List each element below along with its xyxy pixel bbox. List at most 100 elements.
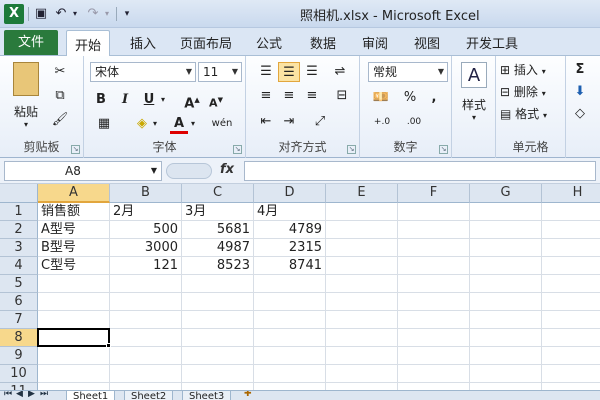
cell-F1[interactable] — [398, 203, 470, 221]
cell-E3[interactable] — [326, 239, 398, 257]
cell-A2[interactable]: A型号 — [38, 221, 110, 239]
orientation-icon[interactable]: ⤢ — [308, 112, 332, 132]
cell-F3[interactable] — [398, 239, 470, 257]
font-launcher-icon[interactable]: ↘ — [233, 145, 242, 154]
save-icon[interactable]: ▣ — [32, 5, 50, 23]
tab-review[interactable]: 审阅 — [362, 33, 388, 52]
cell-A6[interactable] — [38, 293, 110, 311]
paste-button[interactable]: 粘贴 ▾ — [8, 60, 44, 129]
cell-B3[interactable]: 3000 — [110, 239, 182, 257]
align-right-icon[interactable]: ≡ — [302, 86, 322, 106]
cell-A1[interactable]: 销售额 — [38, 203, 110, 221]
cell-G3[interactable] — [470, 239, 542, 257]
cell-A10[interactable] — [38, 365, 110, 383]
column-header[interactable]: B — [110, 184, 182, 203]
last-sheet-icon[interactable]: ⏭ — [40, 391, 48, 399]
align-bottom-icon[interactable]: ☰ — [302, 62, 322, 82]
cell-C10[interactable] — [182, 365, 254, 383]
cell-C7[interactable] — [182, 311, 254, 329]
delete-cells-button[interactable]: ⊟ 删除 ▾ — [500, 82, 562, 102]
copy-icon[interactable]: ⧉ — [50, 86, 70, 106]
increase-decimal-button[interactable]: +.0 — [368, 112, 396, 132]
worksheet-grid[interactable]: A B C D E F G H 1 销售额 2月 3月 4月 2 A型号 500 5681 4789 3 B型号 300… — [0, 184, 600, 390]
insert-cells-button[interactable]: ⊞ 插入 ▾ — [500, 60, 562, 80]
wrap-text-icon[interactable]: ⇌ — [330, 62, 350, 82]
cell-E5[interactable] — [326, 275, 398, 293]
row-header[interactable]: 6 — [0, 293, 38, 311]
cell-A9[interactable] — [38, 347, 110, 365]
cell-E2[interactable] — [326, 221, 398, 239]
autosum-button[interactable]: Σ — [570, 60, 590, 80]
decrease-decimal-button[interactable]: .00 — [400, 112, 428, 132]
alignment-launcher-icon[interactable]: ↘ — [347, 145, 356, 154]
cell-C1[interactable]: 3月 — [182, 203, 254, 221]
column-header[interactable]: C — [182, 184, 254, 203]
accounting-format-icon[interactable]: 💴 — [368, 88, 394, 108]
cell-H1[interactable] — [542, 203, 600, 221]
cell-C9[interactable] — [182, 347, 254, 365]
cell-G1[interactable] — [470, 203, 542, 221]
align-center-icon[interactable]: ≡ — [278, 86, 300, 106]
cell-D8[interactable] — [254, 329, 326, 347]
formula-input[interactable] — [244, 161, 596, 181]
formula-bar-resize-handle[interactable] — [166, 163, 212, 179]
cell-E1[interactable] — [326, 203, 398, 221]
grow-font-button[interactable]: A▲ — [182, 90, 202, 111]
row-header[interactable]: 11 — [0, 383, 38, 390]
align-left-icon[interactable]: ≡ — [256, 86, 276, 106]
underline-button[interactable]: U — [140, 90, 158, 110]
cell-E8[interactable] — [326, 329, 398, 347]
cell-G5[interactable] — [470, 275, 542, 293]
cell-H8[interactable] — [542, 329, 600, 347]
sheet-tab-sheet2[interactable]: Sheet2 — [124, 391, 174, 400]
column-header[interactable]: D — [254, 184, 326, 203]
prev-sheet-icon[interactable]: ◀ — [16, 391, 23, 399]
cell-D6[interactable] — [254, 293, 326, 311]
sheet-tab-sheet1[interactable]: Sheet1 — [66, 391, 116, 400]
cell-G6[interactable] — [470, 293, 542, 311]
fill-color-dropdown-icon[interactable]: ▾ — [150, 114, 160, 134]
tab-file[interactable]: 文件 — [4, 30, 58, 55]
insert-function-button[interactable]: fx — [220, 162, 234, 177]
insert-sheet-icon[interactable]: ✚ — [244, 391, 252, 399]
styles-button[interactable]: A 样式 ▾ — [456, 62, 492, 122]
tab-data[interactable]: 数据 — [310, 33, 336, 52]
tab-developer[interactable]: 开发工具 — [466, 33, 518, 52]
cell-A4[interactable]: C型号 — [38, 257, 110, 275]
cell-C6[interactable] — [182, 293, 254, 311]
cell-E11[interactable] — [326, 383, 398, 390]
cell-G7[interactable] — [470, 311, 542, 329]
cell-F5[interactable] — [398, 275, 470, 293]
row-header[interactable]: 4 — [0, 257, 38, 275]
clear-icon[interactable]: ◇ — [570, 104, 590, 124]
undo-dropdown-icon[interactable]: ▾ — [66, 5, 84, 23]
row-header[interactable]: 2 — [0, 221, 38, 239]
tab-formulas[interactable]: 公式 — [256, 33, 282, 52]
column-header[interactable]: E — [326, 184, 398, 203]
column-header[interactable]: G — [470, 184, 542, 203]
cell-C11[interactable] — [182, 383, 254, 390]
cell-F4[interactable] — [398, 257, 470, 275]
cell-F8[interactable] — [398, 329, 470, 347]
merge-center-icon[interactable]: ⊟ — [330, 86, 354, 106]
cell-G11[interactable] — [470, 383, 542, 390]
tab-view[interactable]: 视图 — [414, 33, 440, 52]
column-header[interactable]: F — [398, 184, 470, 203]
cell-F6[interactable] — [398, 293, 470, 311]
cell-A5[interactable] — [38, 275, 110, 293]
cell-D3[interactable]: 2315 — [254, 239, 326, 257]
cell-H3[interactable] — [542, 239, 600, 257]
cell-B2[interactable]: 500 — [110, 221, 182, 239]
cell-D5[interactable] — [254, 275, 326, 293]
cell-C2[interactable]: 5681 — [182, 221, 254, 239]
borders-icon[interactable]: ▦ — [92, 114, 116, 134]
cell-D10[interactable] — [254, 365, 326, 383]
cell-F2[interactable] — [398, 221, 470, 239]
clipboard-launcher-icon[interactable]: ↘ — [71, 145, 80, 154]
cell-D4[interactable]: 8741 — [254, 257, 326, 275]
cell-G9[interactable] — [470, 347, 542, 365]
shrink-font-button[interactable]: A▼ — [206, 90, 226, 110]
cell-C3[interactable]: 4987 — [182, 239, 254, 257]
cell-E7[interactable] — [326, 311, 398, 329]
cell-D9[interactable] — [254, 347, 326, 365]
